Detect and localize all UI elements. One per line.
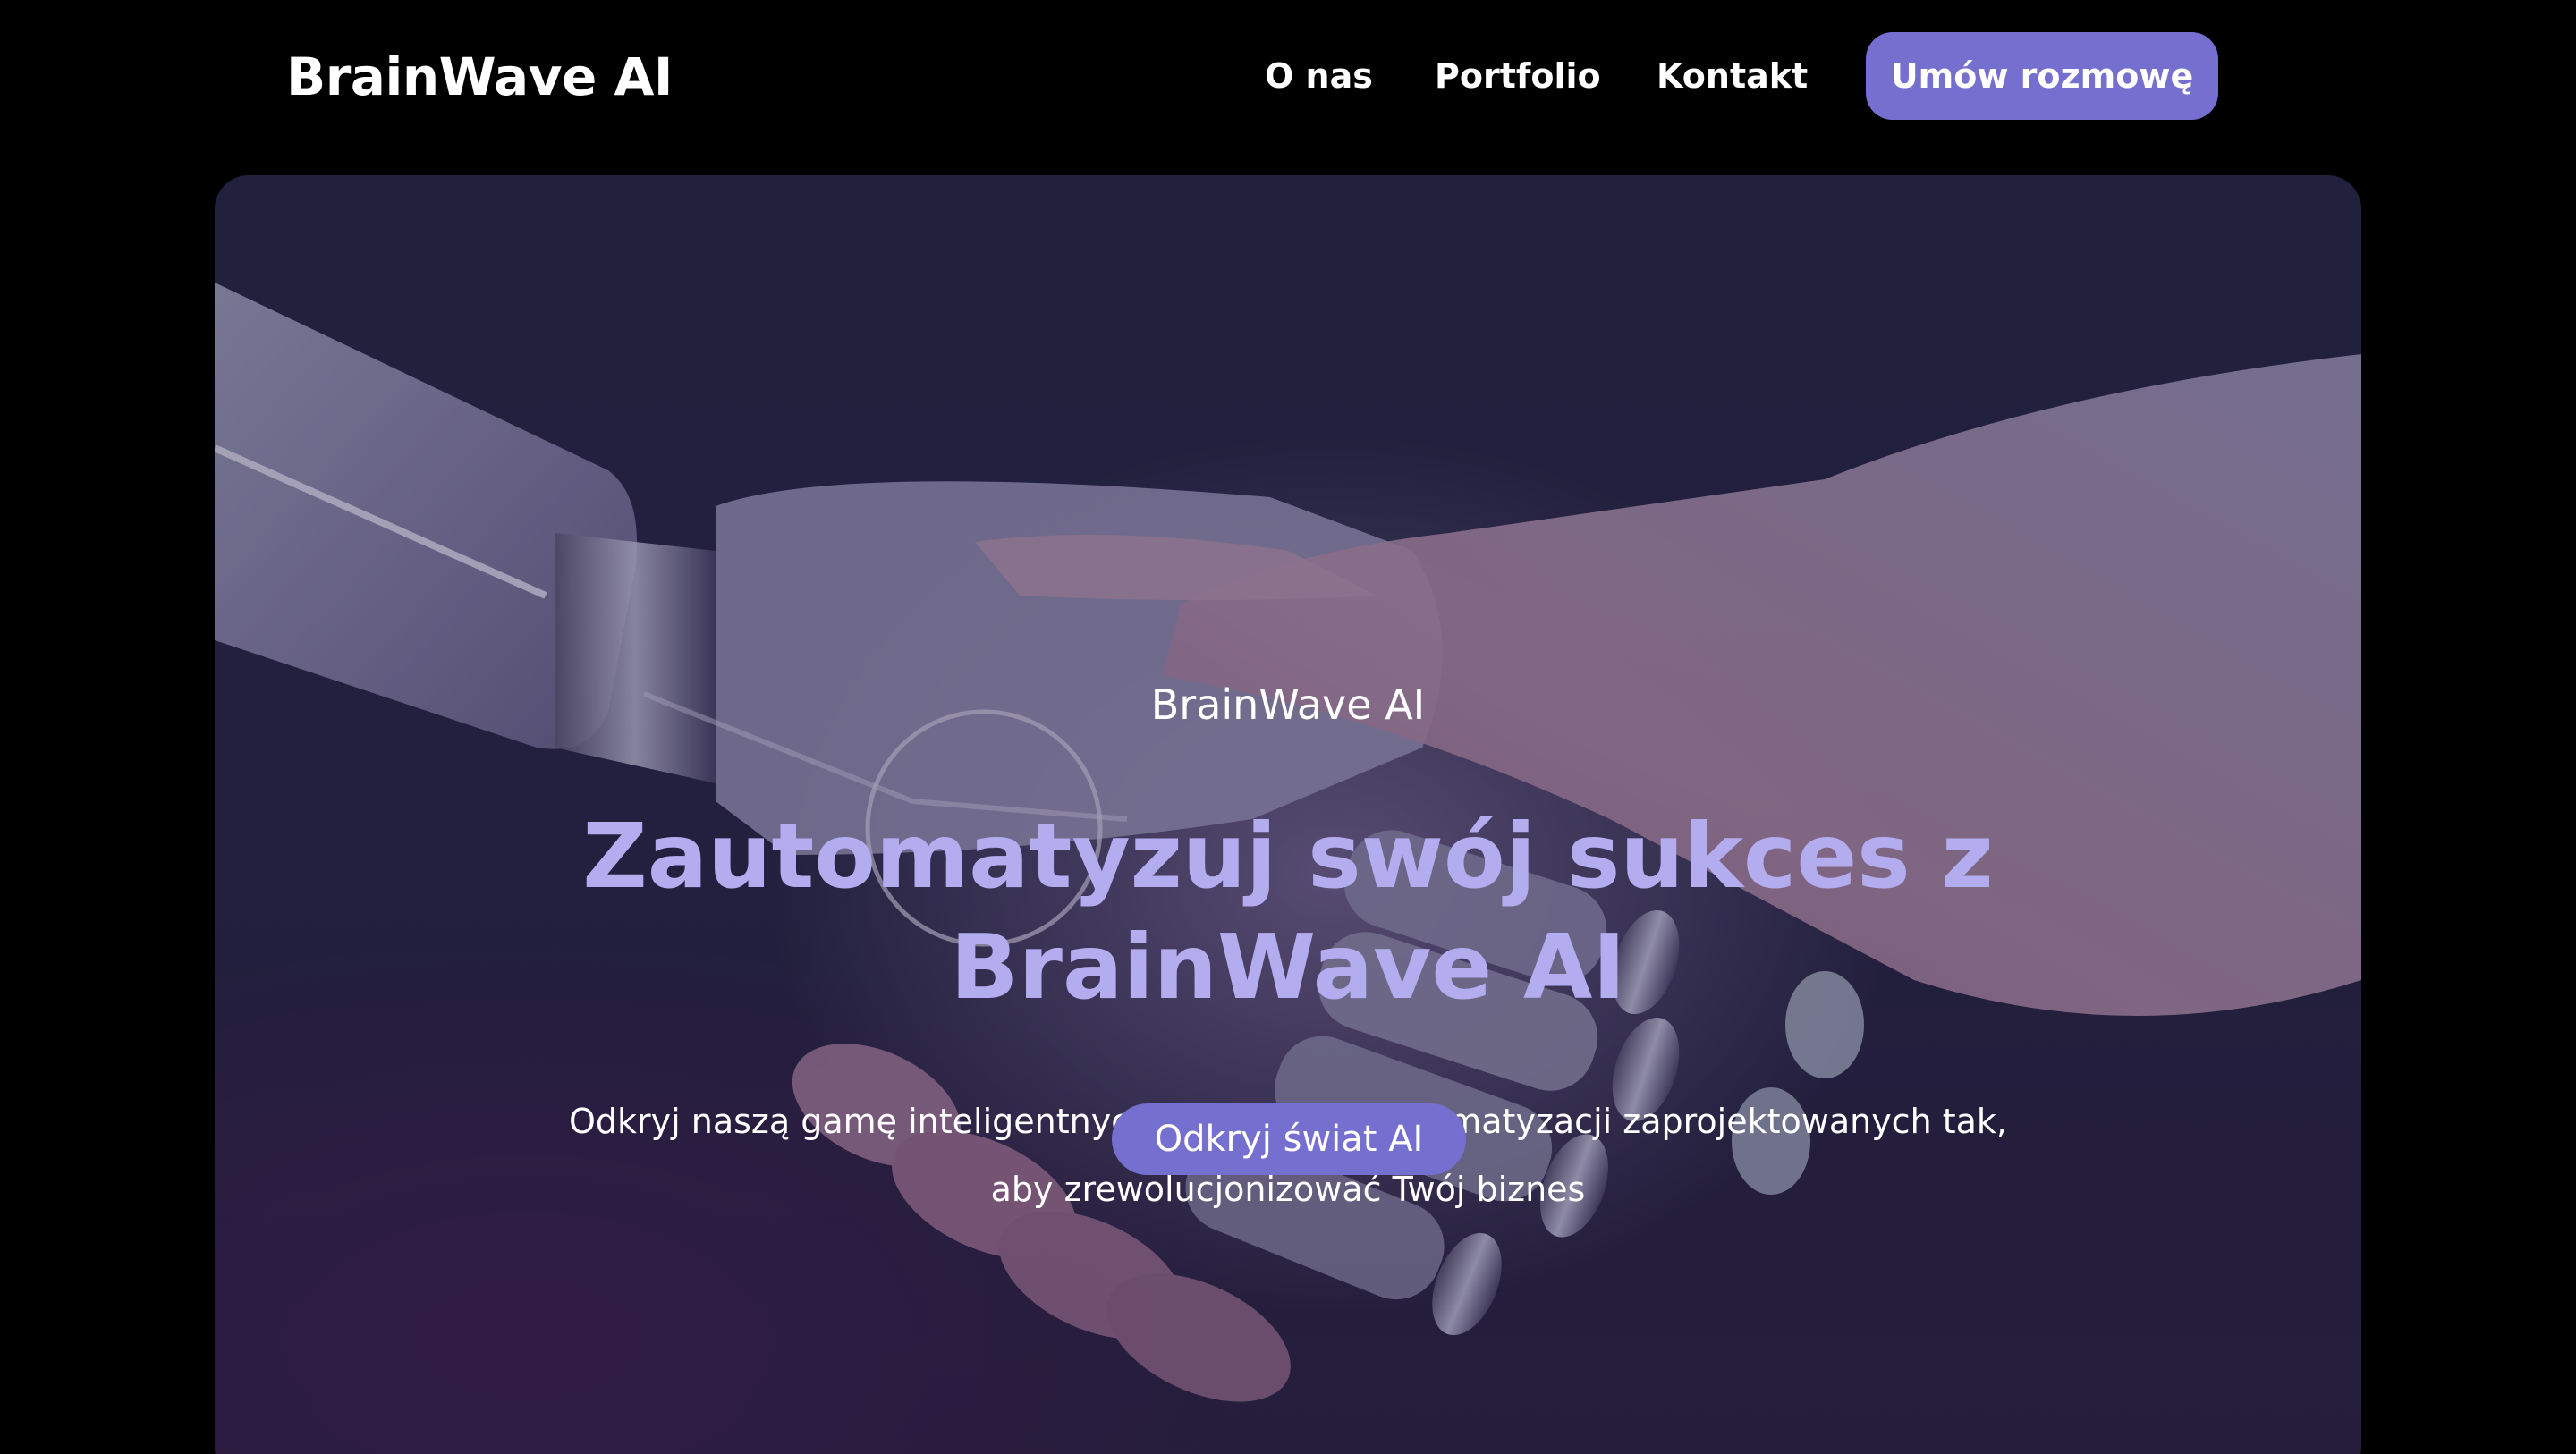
landing-page: BrainWave AI O nas Portfolio Kontakt Umó… [0,0,2576,1454]
brand-logo[interactable]: BrainWave AI [286,43,673,111]
hero-content: BrainWave AI Zautomatyzuj swój sukces z … [215,175,2361,1454]
schedule-call-button[interactable]: Umów rozmowę [1866,32,2218,120]
nav-link-contact[interactable]: Kontakt [1657,46,1808,106]
hero-headline: Zautomatyzuj swój sukces z BrainWave AI [582,804,1994,1019]
discover-ai-button[interactable]: Odkryj świat AI [1112,1103,1466,1175]
hero-eyebrow: BrainWave AI [1150,681,1426,729]
site-header: BrainWave AI O nas Portfolio Kontakt Umó… [0,0,2576,154]
nav-link-about[interactable]: O nas [1265,46,1373,106]
nav-link-portfolio[interactable]: Portfolio [1435,46,1601,106]
hero-section: BrainWave AI Zautomatyzuj swój sukces z … [215,175,2361,1454]
